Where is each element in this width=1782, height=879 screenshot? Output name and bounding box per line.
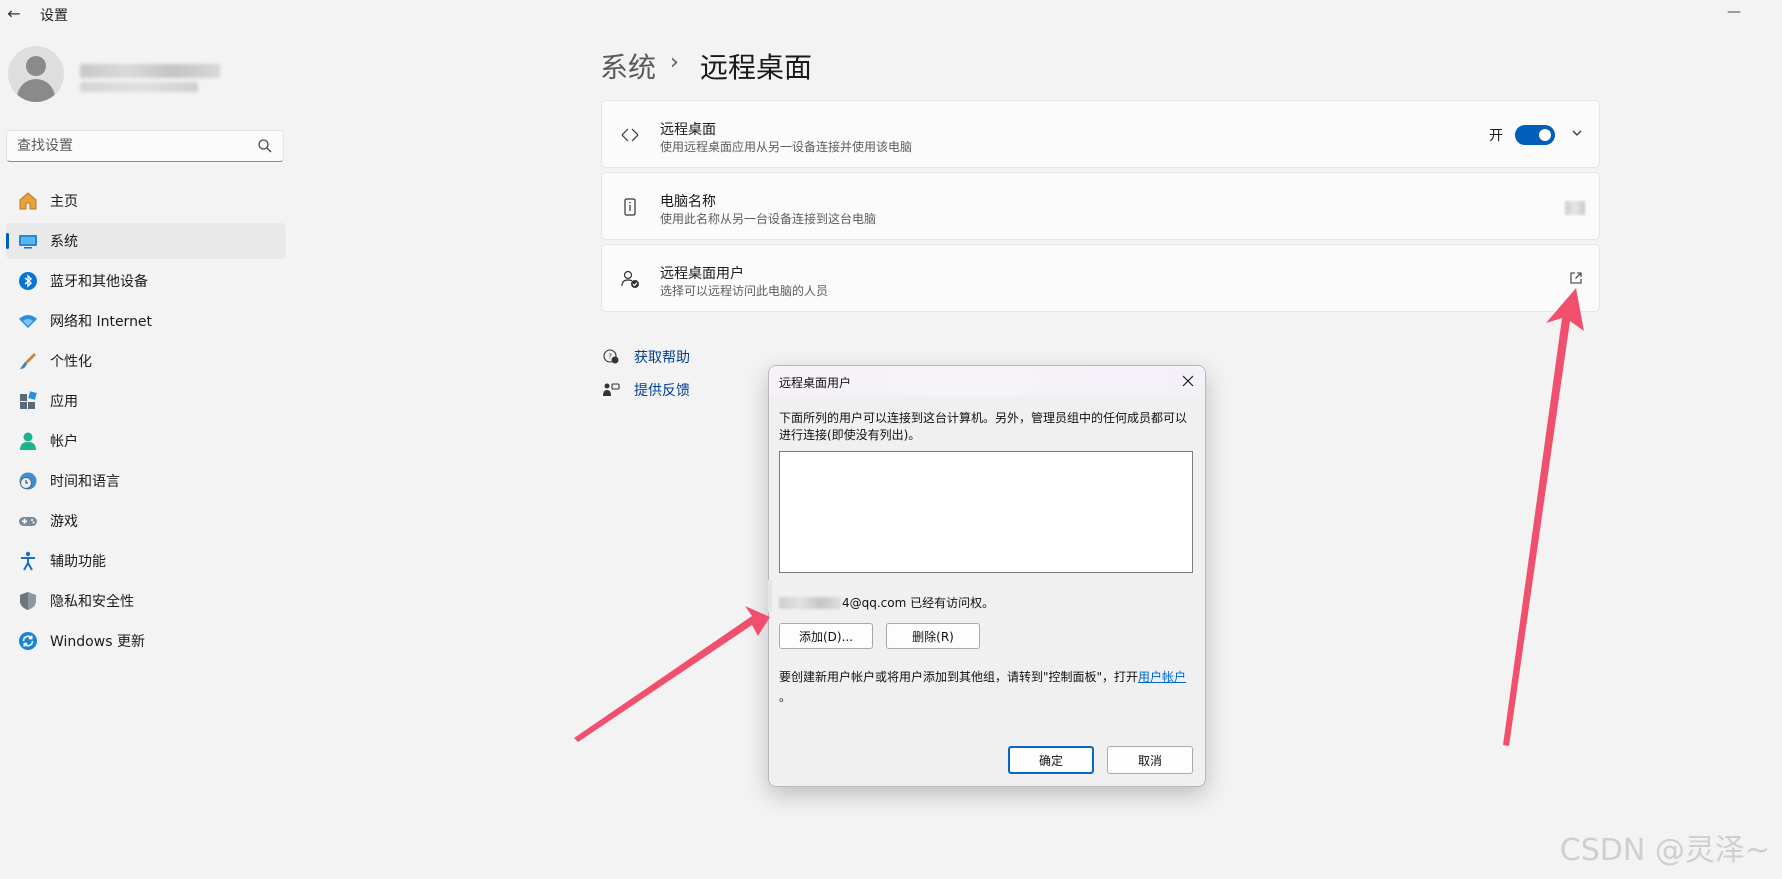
wifi-icon [16,309,40,333]
remote-desktop-card[interactable]: 远程桌面 使用远程桌面应用从另一设备连接并使用该电脑 开 [601,100,1600,168]
back-button[interactable]: ← [0,0,28,26]
pc-name-value-redacted [1565,201,1585,215]
sidebar-item-personalization[interactable]: 个性化 [6,343,286,379]
sidebar-item-label: 帐户 [50,434,78,450]
user-accounts-link[interactable]: 用户帐户 [1138,670,1186,684]
sidebar-item-system[interactable]: 系统 [6,223,286,259]
card-subtitle: 选择可以远程访问此电脑的人员 [660,284,829,298]
access-status: 4@qq.com 已经有访问权。 [779,594,994,611]
remove-user-button[interactable]: 删除(R) [886,623,980,649]
sidebar-item-label: 时间和语言 [50,474,120,490]
bluetooth-icon [16,269,40,293]
account-icon [16,429,40,453]
sidebar-item-label: 辅助功能 [50,554,106,570]
remote-desktop-toggle[interactable] [1515,125,1555,145]
sidebar-item-label: 系统 [50,234,78,250]
access-status-text: 4@qq.com 已经有访问权。 [842,596,995,610]
svg-text:?: ? [608,353,612,361]
search-icon[interactable] [257,138,273,154]
dialog-note-text: 要创建新用户帐户或将用户添加到其他组，请转到"控制面板"，打开 [779,670,1139,684]
accessibility-icon [16,549,40,573]
search-input[interactable] [7,131,257,161]
watermark: CSDN @灵泽~ [1559,833,1770,868]
avatar[interactable] [8,46,64,102]
system-display-icon [16,229,40,253]
sidebar-item-label: 主页 [50,194,78,210]
sidebar-item-windows-update[interactable]: Windows 更新 [6,623,286,659]
remote-desktop-users-card[interactable]: 远程桌面用户 选择可以远程访问此电脑的人员 [601,244,1600,312]
sidebar-item-accounts[interactable]: 帐户 [6,423,286,459]
sidebar-item-gaming[interactable]: 游戏 [6,503,286,539]
back-arrow-icon: ← [7,3,21,23]
sidebar-item-label: 网络和 Internet [50,314,153,330]
sidebar-item-label: Windows 更新 [50,634,145,650]
sidebar-item-accessibility[interactable]: 辅助功能 [6,543,286,579]
sidebar-item-label: 应用 [50,394,78,410]
time-language-icon [16,469,40,493]
open-external-icon[interactable] [1567,269,1585,287]
add-user-button[interactable]: 添加(D)... [779,623,873,649]
account-name-redacted [80,64,220,78]
email-redacted [779,596,841,609]
close-icon [1182,375,1194,387]
breadcrumb-separator: › [670,50,679,75]
get-help-link[interactable]: ? 获取帮助 [600,346,690,368]
page-title: 远程桌面 [700,51,813,84]
remote-desktop-icon [618,123,642,147]
users-check-icon [618,267,642,291]
pc-name-card: 电脑名称 使用此名称从另一台设备连接到这台电脑 [601,172,1600,240]
card-title: 电脑名称 [660,194,716,210]
sidebar-item-label: 蓝牙和其他设备 [50,274,148,290]
dialog-note-end: 。 [779,690,792,704]
home-icon [16,189,40,213]
sidebar-item-label: 隐私和安全性 [50,594,134,610]
gamepad-icon [16,509,40,533]
users-listbox[interactable] [779,451,1193,573]
remote-desktop-users-dialog: 远程桌面用户 下面所列的用户可以连接到这台计算机。另外，管理员组中的任何成员都可… [768,365,1206,787]
sidebar-item-privacy[interactable]: 隐私和安全性 [6,583,286,619]
feedback-label: 提供反馈 [634,383,690,399]
annotation-arrow-right [1503,288,1584,746]
shield-icon [16,589,40,613]
sidebar-item-label: 游戏 [50,514,78,530]
dialog-note: 要创建新用户帐户或将用户添加到其他组，请转到"控制面板"，打开用户帐户 。 [779,667,1193,707]
sidebar-item-label: 个性化 [50,354,92,370]
apps-icon [16,389,40,413]
search-box[interactable] [6,130,284,162]
chevron-down-icon[interactable] [1567,123,1587,143]
brush-icon [16,349,40,373]
help-chat-icon: ? [600,346,622,368]
ok-button[interactable]: 确定 [1008,746,1094,774]
card-title: 远程桌面 [660,122,716,138]
card-subtitle: 使用此名称从另一台设备连接到这台电脑 [660,212,877,226]
annotation-arrow-left [574,606,770,742]
feedback-icon [600,379,622,401]
card-subtitle: 使用远程桌面应用从另一设备连接并使用该电脑 [660,140,913,154]
sidebar-nav: 主页 系统 蓝牙和其他设备 网络和 Internet 个性化 应用 帐户 时间和… [6,183,286,663]
sidebar-item-home[interactable]: 主页 [6,183,286,219]
cancel-button[interactable]: 取消 [1107,746,1193,774]
toggle-state-label: 开 [1489,128,1503,144]
account-email-redacted [80,82,198,92]
update-icon [16,629,40,653]
sidebar-item-network[interactable]: 网络和 Internet [6,303,286,339]
feedback-link[interactable]: 提供反馈 [600,379,690,401]
minimize-icon: — [1727,4,1741,20]
card-title: 远程桌面用户 [660,266,744,282]
sidebar-item-bluetooth[interactable]: 蓝牙和其他设备 [6,263,286,299]
pc-name-icon [618,195,642,219]
breadcrumb-parent[interactable]: 系统 [600,46,656,86]
sidebar-item-apps[interactable]: 应用 [6,383,286,419]
dialog-title: 远程桌面用户 [779,376,852,390]
dialog-description: 下面所列的用户可以连接到这台计算机。另外，管理员组中的任何成员都可以进行连接(即… [779,411,1188,442]
sidebar-item-time-language[interactable]: 时间和语言 [6,463,286,499]
minimize-button[interactable]: — [1716,2,1752,22]
dialog-close-button[interactable] [1177,370,1199,392]
get-help-label: 获取帮助 [634,350,690,366]
window-title: 设置 [40,8,68,24]
dialog-edge-highlight [768,580,772,612]
